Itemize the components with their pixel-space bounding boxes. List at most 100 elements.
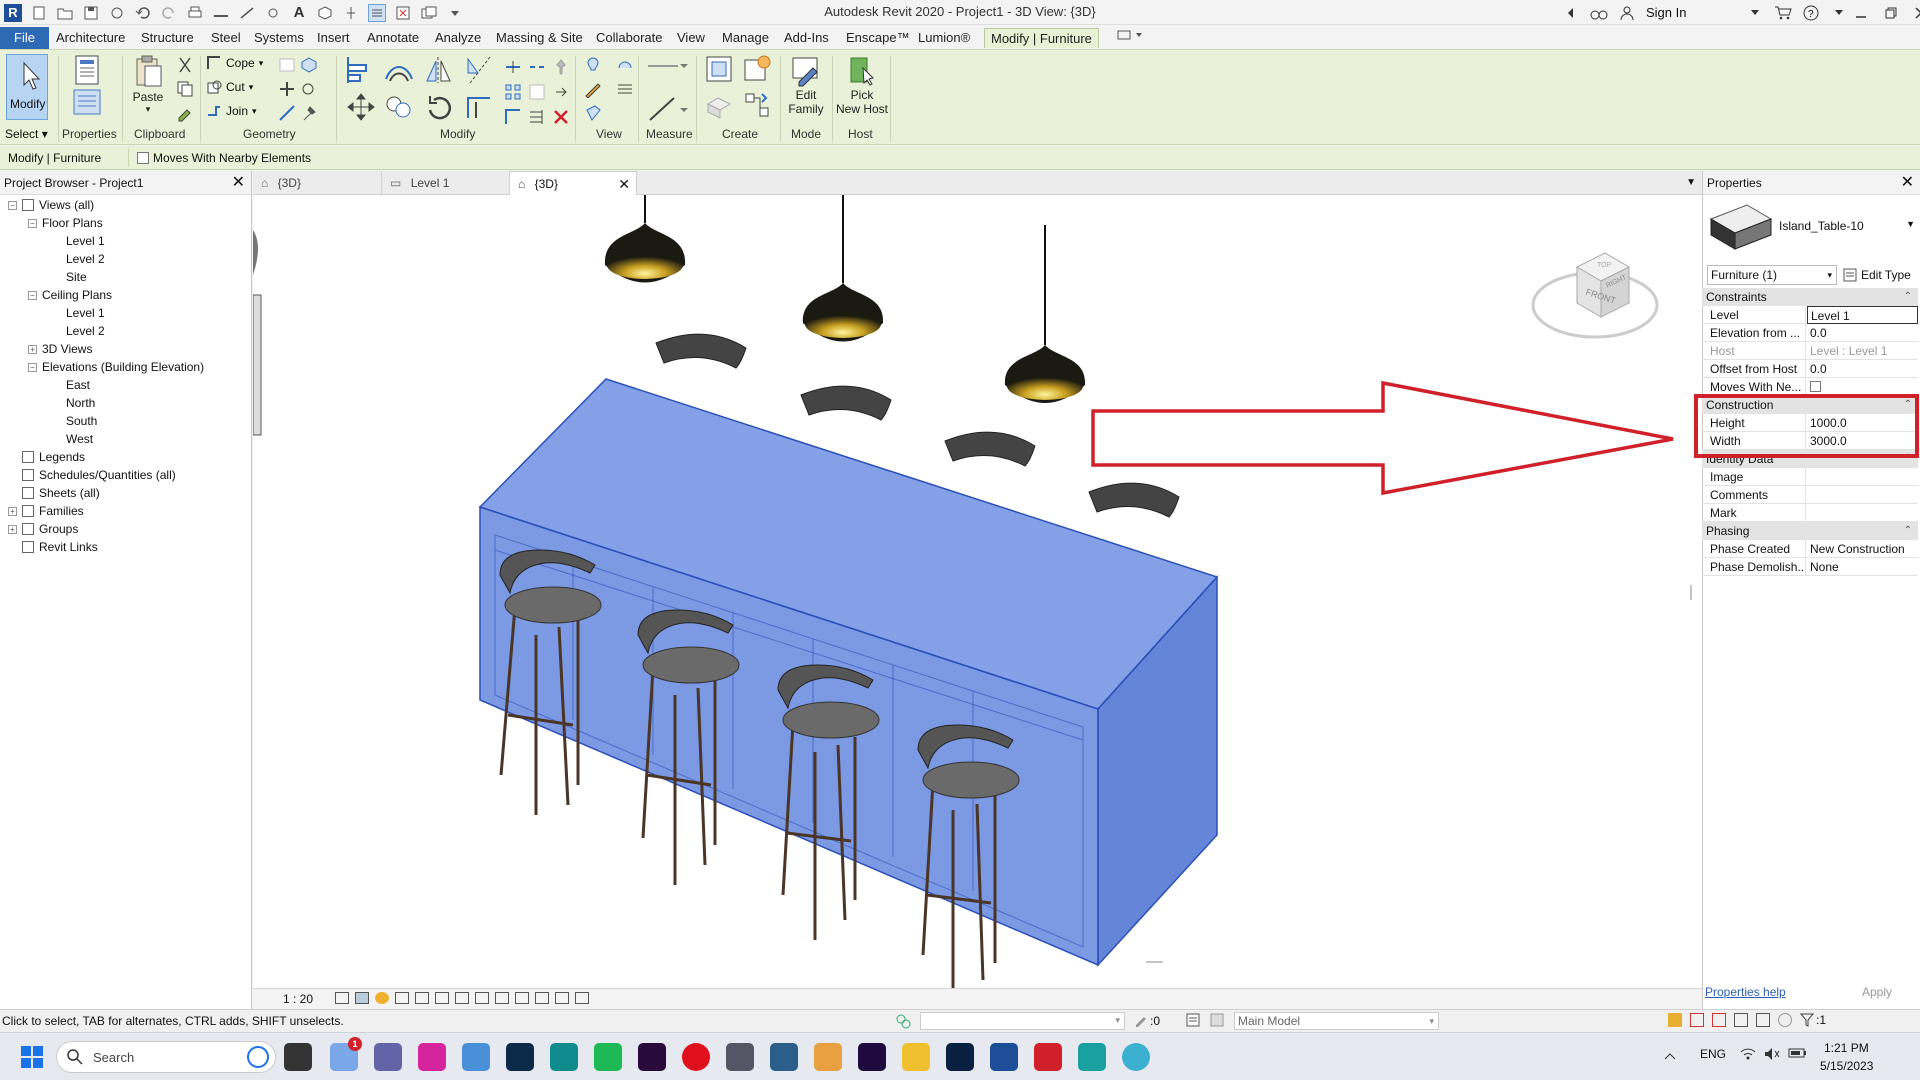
shadows-icon[interactable] xyxy=(395,992,409,1004)
tab-level-1[interactable]: ▭ Level 1 xyxy=(381,171,509,195)
tree-item[interactable]: +3D Views xyxy=(28,340,92,358)
tree-item[interactable]: Level 2 xyxy=(48,250,105,268)
tab-enscape[interactable]: Enscape™ xyxy=(840,28,916,48)
taskbar-search-box[interactable]: Search xyxy=(56,1041,276,1073)
edit-family-button[interactable]: Edit Family xyxy=(784,54,828,116)
tree-item[interactable]: East xyxy=(48,376,90,394)
show-crop-region-icon[interactable] xyxy=(455,992,469,1004)
instance-filter-dropdown[interactable]: Furniture (1) ▾ xyxy=(1707,265,1837,285)
create-parts-icon[interactable] xyxy=(742,54,772,84)
measure-icon[interactable] xyxy=(212,4,230,22)
select-box-icon[interactable] xyxy=(584,104,602,122)
cope-button[interactable]: Cope ▾ xyxy=(206,55,263,71)
hide-in-view-icon[interactable] xyxy=(584,56,602,74)
close-icon[interactable]: ✕ xyxy=(1901,171,1914,195)
teams-icon[interactable] xyxy=(374,1043,402,1071)
media-player-icon[interactable] xyxy=(814,1043,842,1071)
moves-with-nearby-checkbox[interactable] xyxy=(137,152,149,164)
move-icon[interactable] xyxy=(346,92,376,122)
tab-insert[interactable]: Insert xyxy=(311,28,356,48)
view-cube-top[interactable]: TOP xyxy=(1597,262,1612,269)
scale-icon[interactable] xyxy=(528,83,546,101)
clock-time[interactable]: 1:21 PM xyxy=(1824,1041,1869,1055)
print-icon[interactable] xyxy=(186,4,204,22)
expand-icon[interactable]: + xyxy=(8,506,17,516)
pin-icon[interactable] xyxy=(552,83,570,101)
moves-with-checkbox[interactable] xyxy=(1810,381,1821,392)
properties-help-link[interactable]: Properties help xyxy=(1705,985,1786,999)
join-button[interactable]: Join ▾ xyxy=(206,103,257,119)
help-icon[interactable]: ? xyxy=(1802,4,1820,22)
prop-value-phase-demolished[interactable]: None xyxy=(1807,558,1918,576)
array-icon[interactable] xyxy=(504,83,522,101)
demolish-icon[interactable] xyxy=(300,80,318,98)
expand-icon[interactable]: + xyxy=(28,344,37,354)
tab-systems[interactable]: Systems xyxy=(248,28,310,48)
close-hidden-windows-icon[interactable] xyxy=(394,4,412,22)
close-icon[interactable] xyxy=(1912,4,1920,22)
chevron-down-icon[interactable] xyxy=(1746,4,1764,22)
battery-icon[interactable] xyxy=(1788,1047,1808,1062)
trim-extend-multiple-icon[interactable] xyxy=(528,108,546,126)
collapse-icon[interactable]: − xyxy=(28,218,37,228)
language-indicator[interactable]: ENG xyxy=(1700,1047,1726,1061)
background-processes-icon[interactable] xyxy=(1778,1013,1792,1027)
tree-item[interactable]: Schedules/Quantities (all) xyxy=(8,466,176,484)
prop-value-mark[interactable] xyxy=(1807,504,1918,522)
tree-item[interactable]: Revit Links xyxy=(8,538,98,556)
default-3d-view-icon[interactable] xyxy=(316,4,334,22)
save-icon[interactable] xyxy=(82,4,100,22)
autocad-icon[interactable] xyxy=(1034,1043,1062,1071)
prop-value-phase-created[interactable]: New Construction xyxy=(1807,540,1918,558)
linework-icon[interactable] xyxy=(584,80,602,98)
group-phasing[interactable]: Phasing ⌃ xyxy=(1702,522,1918,540)
properties-button[interactable] xyxy=(62,54,112,118)
dimension-icon[interactable] xyxy=(646,94,690,124)
split-element-icon[interactable] xyxy=(504,58,522,76)
section-icon[interactable] xyxy=(342,4,360,22)
tab-analyze[interactable]: Analyze xyxy=(429,28,487,48)
undo-icon[interactable] xyxy=(134,4,152,22)
view-scale[interactable]: 1 : 20 xyxy=(283,992,313,1006)
tree-item[interactable]: Level 2 xyxy=(48,322,105,340)
restore-icon[interactable] xyxy=(1882,4,1900,22)
drag-on-selection-icon[interactable] xyxy=(1756,1013,1770,1027)
match-type-icon[interactable] xyxy=(176,104,194,122)
tree-item[interactable]: West xyxy=(48,430,93,448)
visual-style-icon[interactable] xyxy=(355,992,369,1004)
prop-value-offset[interactable]: 0.0 xyxy=(1807,360,1918,378)
analytical-model-icon[interactable] xyxy=(535,992,549,1004)
redo-icon[interactable] xyxy=(160,4,178,22)
design-options-icon[interactable] xyxy=(1186,1013,1200,1027)
rotate-icon[interactable] xyxy=(424,92,454,122)
file-explorer-icon[interactable] xyxy=(902,1043,930,1071)
trim-extend-icon[interactable] xyxy=(504,108,522,126)
tab-3d-view[interactable]: ⌂ {3D} xyxy=(253,171,381,195)
lightroom-icon[interactable] xyxy=(506,1043,534,1071)
filter-icon[interactable] xyxy=(1799,1013,1815,1027)
edge-icon[interactable] xyxy=(550,1043,578,1071)
instagram-icon[interactable] xyxy=(418,1043,446,1071)
ribbon-display-toggle-icon[interactable] xyxy=(1110,28,1150,48)
photoshop-icon[interactable] xyxy=(946,1043,974,1071)
editable-only-icon[interactable] xyxy=(1134,1013,1148,1027)
tab-manage[interactable]: Manage xyxy=(716,28,775,48)
temporary-hide-icon[interactable] xyxy=(495,992,509,1004)
tab-structure[interactable]: Structure xyxy=(135,28,200,48)
tab-list-icon[interactable]: ▼ xyxy=(1686,171,1696,195)
copy-element-icon[interactable] xyxy=(384,92,414,122)
mirror-pick-axis-icon[interactable] xyxy=(424,55,454,85)
collapse-icon[interactable]: − xyxy=(28,362,37,372)
cut-to-clipboard-icon[interactable] xyxy=(176,56,194,74)
wall-joins-icon[interactable] xyxy=(278,80,296,98)
edit-type-button[interactable]: Edit Type xyxy=(1843,265,1911,285)
after-effects-icon[interactable] xyxy=(858,1043,886,1071)
close-icon[interactable]: ✕ xyxy=(232,171,245,195)
tab-modify-furniture[interactable]: Modify | Furniture xyxy=(984,28,1099,48)
highlight-displacement-icon[interactable] xyxy=(555,992,569,1004)
linework-menu-icon[interactable] xyxy=(616,80,634,98)
minimize-icon[interactable] xyxy=(1852,4,1870,22)
select-links-icon[interactable] xyxy=(1668,1013,1682,1027)
tab-lumion[interactable]: Lumion® xyxy=(912,28,976,48)
apply-button[interactable]: Apply xyxy=(1862,985,1892,999)
